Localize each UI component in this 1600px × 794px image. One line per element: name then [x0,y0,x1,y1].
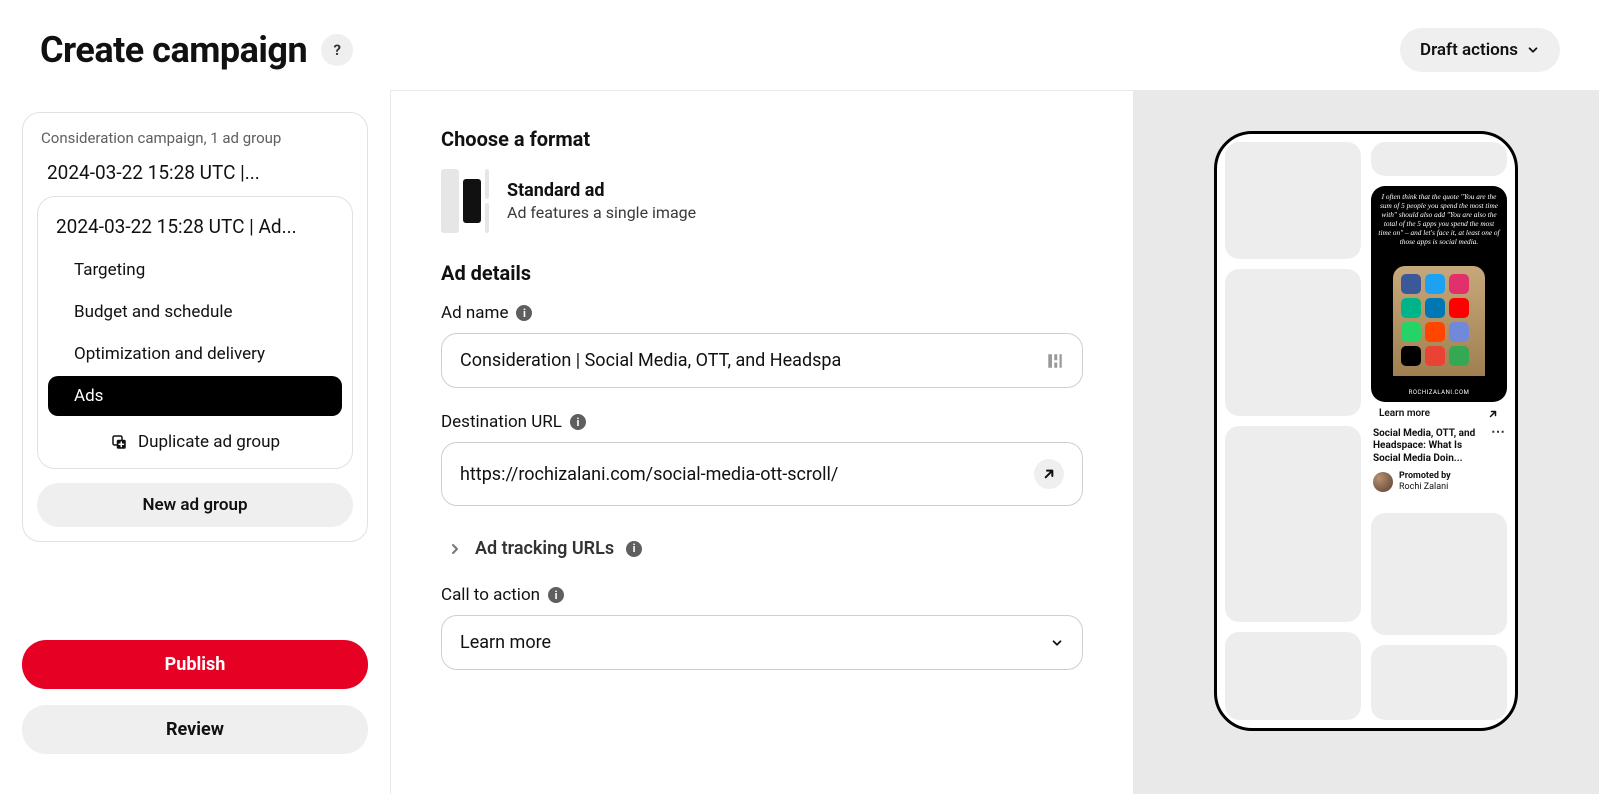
nav-budget[interactable]: Budget and schedule [48,292,342,332]
avatar [1373,472,1393,492]
format-text: Standard ad Ad features a single image [507,180,696,222]
destination-url-value: https://rochizalani.com/social-media-ott… [460,464,1034,485]
format-row[interactable]: Standard ad Ad features a single image [441,169,1083,233]
autofill-icon[interactable] [1046,352,1064,370]
cta-selected-value: Learn more [460,632,551,653]
cta-select[interactable]: Learn more [441,615,1083,670]
draft-actions-label: Draft actions [1420,40,1518,60]
promoter-line2: Rochi Zalani [1399,482,1451,493]
external-link-icon [1041,466,1057,482]
dest-url-label-row: Destination URL i [441,412,1083,432]
campaign-card: Consideration campaign, 1 ad group 2024-… [22,112,368,542]
format-description: Ad features a single image [507,203,696,222]
more-icon[interactable]: ⋯ [1491,428,1505,436]
chevron-down-icon [1526,43,1540,57]
open-url-button[interactable] [1034,459,1064,489]
layout: Consideration campaign, 1 ad group 2024-… [0,90,1600,794]
pin-title: Social Media, OTT, and Headspace: What I… [1373,428,1487,466]
ad-details-heading: Ad details [441,261,1083,285]
cta-label: Call to action [441,585,540,605]
tracking-label: Ad tracking URLs [475,538,614,559]
chevron-right-icon [447,541,463,557]
campaign-name[interactable]: 2024-03-22 15:28 UTC |... [23,157,367,196]
placeholder-pin [1225,426,1361,622]
placeholder-pin [1371,645,1507,720]
placeholder-pin [1371,142,1507,176]
info-icon[interactable]: i [516,305,532,321]
pin-cta-text: Learn more [1379,408,1430,419]
left-column: Consideration campaign, 1 ad group 2024-… [0,90,390,794]
destination-url-label: Destination URL [441,412,562,432]
top-left: Create campaign ? [40,29,353,71]
draft-actions-button[interactable]: Draft actions [1400,28,1560,72]
publish-button[interactable]: Publish [22,640,368,689]
ad-pin[interactable]: I often think that the quote "You are th… [1371,186,1507,493]
pin-caption: I often think that the quote "You are th… [1377,192,1501,247]
left-actions: Publish Review [22,640,368,754]
page-title: Create campaign [40,29,307,71]
help-icon[interactable]: ? [321,34,353,66]
adgroup-card: 2024-03-22 15:28 UTC | Ad... Targeting B… [37,196,353,469]
info-icon[interactable]: i [570,414,586,430]
placeholder-pin [1225,269,1361,416]
ad-tracking-urls-toggle[interactable]: Ad tracking URLs i [441,530,1083,585]
info-icon[interactable]: i [548,587,564,603]
info-icon[interactable]: i [626,541,642,557]
campaign-summary: Consideration campaign, 1 ad group [23,127,367,157]
format-title: Standard ad [507,180,696,201]
pin-site: ROCHIZALANI.COM [1371,389,1507,396]
top-bar: Create campaign ? Draft actions [0,0,1600,84]
placeholder-pin [1225,632,1361,720]
chevron-down-icon [1050,636,1064,650]
adgroup-name[interactable]: 2024-03-22 15:28 UTC | Ad... [38,211,352,248]
placeholder-pin [1225,142,1361,259]
placeholder-pin [1371,513,1507,635]
duplicate-label: Duplicate ad group [138,432,280,452]
duplicate-adgroup-button[interactable]: Duplicate ad group [38,418,352,454]
nav-ads[interactable]: Ads [48,376,342,416]
cta-label-row: Call to action i [441,585,1083,605]
destination-url-input[interactable]: https://rochizalani.com/social-media-ott… [441,442,1083,506]
ad-name-input[interactable]: Consideration | Social Media, OTT, and H… [441,333,1083,388]
duplicate-icon [110,433,128,451]
new-adgroup-button[interactable]: New ad group [37,483,353,527]
ad-name-label-row: Ad name i [441,303,1083,323]
center-column: Choose a format Standard ad Ad features … [391,90,1133,794]
format-heading: Choose a format [441,127,1083,151]
pin-phone-mock [1393,266,1485,376]
ad-name-label: Ad name [441,303,508,323]
pin-meta: Social Media, OTT, and Headspace: What I… [1371,426,1507,493]
format-thumbnail-icon [441,169,489,233]
external-link-icon [1487,408,1499,420]
review-button[interactable]: Review [22,705,368,754]
nav-targeting[interactable]: Targeting [48,250,342,290]
promoter-text: Promoted by Rochi Zalani [1399,471,1451,493]
ad-name-value: Consideration | Social Media, OTT, and H… [460,350,1046,371]
pin-cta-bar[interactable]: Learn more [1371,402,1507,426]
nav-optimization[interactable]: Optimization and delivery [48,334,342,374]
promoter-line1: Promoted by [1399,471,1451,482]
phone-preview: I often think that the quote "You are th… [1214,131,1518,731]
preview-panel: I often think that the quote "You are th… [1133,90,1599,794]
